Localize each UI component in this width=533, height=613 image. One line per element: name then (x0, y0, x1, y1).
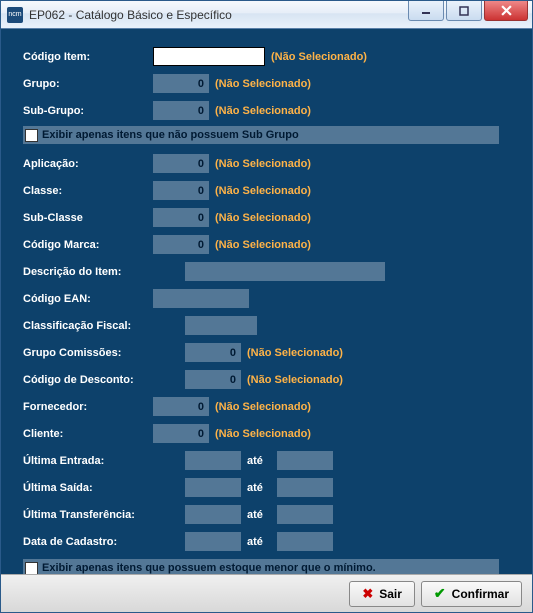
hint-fornecedor: (Não Selecionado) (215, 401, 311, 413)
hint-codigo-marca: (Não Selecionado) (215, 239, 311, 251)
footer: ✖ Sair ✔ Confirmar (1, 574, 532, 612)
hint-sub-grupo: (Não Selecionado) (215, 105, 311, 117)
form-body: Código Item: (Não Selecionado) Grupo: (N… (1, 29, 532, 574)
hint-cliente: (Não Selecionado) (215, 428, 311, 440)
classe-input[interactable] (153, 181, 209, 200)
window: ncm EP062 - Catálogo Básico e Específico… (0, 0, 533, 613)
codigo-marca-input[interactable] (153, 235, 209, 254)
label-fornecedor: Fornecedor: (23, 401, 153, 413)
checkbox-row-estoque[interactable]: Exibir apenas itens que possuem estoque … (23, 559, 499, 574)
minimize-button[interactable] (408, 1, 444, 21)
grupo-comissoes-input[interactable] (185, 343, 241, 362)
class-fiscal-input[interactable] (185, 316, 257, 335)
label-descricao: Descrição do Item: (23, 266, 185, 278)
grupo-input[interactable] (153, 74, 209, 93)
titlebar[interactable]: ncm EP062 - Catálogo Básico e Específico (1, 1, 532, 29)
close-button[interactable] (484, 1, 528, 21)
sub-classe-input[interactable] (153, 208, 209, 227)
checkbox-row-subgrupo[interactable]: Exibir apenas itens que não possuem Sub … (23, 126, 499, 144)
label-ultima-transf: Última Transferência: (23, 509, 185, 521)
ate-ultima-entrada: até (247, 455, 271, 467)
label-grupo: Grupo: (23, 78, 153, 90)
ate-ultima-saida: até (247, 482, 271, 494)
ultima-saida-de-input[interactable] (185, 478, 241, 497)
checkbox-sem-subgrupo-label: Exibir apenas itens que não possuem Sub … (42, 129, 299, 141)
hint-aplicacao: (Não Selecionado) (215, 158, 311, 170)
hint-codigo-item: (Não Selecionado) (271, 51, 367, 63)
ultima-transf-de-input[interactable] (185, 505, 241, 524)
label-cliente: Cliente: (23, 428, 153, 440)
fornecedor-input[interactable] (153, 397, 209, 416)
data-cadastro-ate-input[interactable] (277, 532, 333, 551)
label-sub-grupo: Sub-Grupo: (23, 105, 153, 117)
sub-grupo-input[interactable] (153, 101, 209, 120)
ultima-entrada-ate-input[interactable] (277, 451, 333, 470)
codigo-item-input[interactable] (153, 47, 265, 66)
descricao-input[interactable] (185, 262, 385, 281)
hint-classe: (Não Selecionado) (215, 185, 311, 197)
window-title: EP062 - Catálogo Básico e Específico (29, 8, 232, 22)
window-controls (408, 1, 532, 28)
label-class-fiscal: Classificação Fiscal: (23, 320, 185, 332)
hint-grupo-comissoes: (Não Selecionado) (247, 347, 343, 359)
confirmar-button[interactable]: ✔ Confirmar (421, 581, 522, 607)
confirmar-button-label: Confirmar (452, 587, 509, 601)
ultima-entrada-de-input[interactable] (185, 451, 241, 470)
maximize-button[interactable] (446, 1, 482, 21)
label-codigo-item: Código Item: (23, 51, 153, 63)
checkbox-estoque-minimo[interactable] (25, 562, 38, 575)
aplicacao-input[interactable] (153, 154, 209, 173)
hint-sub-classe: (Não Selecionado) (215, 212, 311, 224)
close-icon: ✖ (362, 586, 373, 602)
label-ultima-entrada: Última Entrada: (23, 455, 185, 467)
label-ultima-saida: Última Saída: (23, 482, 185, 494)
checkbox-sem-subgrupo[interactable] (25, 129, 38, 142)
codigo-ean-input[interactable] (153, 289, 249, 308)
label-classe: Classe: (23, 185, 153, 197)
label-codigo-marca: Código Marca: (23, 239, 153, 251)
label-data-cadastro: Data de Cadastro: (23, 536, 185, 548)
sair-button[interactable]: ✖ Sair (349, 581, 415, 607)
check-icon: ✔ (434, 585, 446, 602)
ultima-saida-ate-input[interactable] (277, 478, 333, 497)
codigo-desconto-input[interactable] (185, 370, 241, 389)
app-icon: ncm (7, 7, 23, 23)
label-grupo-comissoes: Grupo Comissões: (23, 347, 185, 359)
hint-codigo-desconto: (Não Selecionado) (247, 374, 343, 386)
checkbox-estoque-minimo-label: Exibir apenas itens que possuem estoque … (42, 562, 376, 574)
ultima-transf-ate-input[interactable] (277, 505, 333, 524)
ate-ultima-transf: até (247, 509, 271, 521)
ate-data-cadastro: até (247, 536, 271, 548)
label-codigo-desconto: Código de Desconto: (23, 374, 185, 386)
label-sub-classe: Sub-Classe (23, 212, 153, 224)
data-cadastro-de-input[interactable] (185, 532, 241, 551)
sair-button-label: Sair (379, 587, 402, 601)
label-aplicacao: Aplicação: (23, 158, 153, 170)
hint-grupo: (Não Selecionado) (215, 78, 311, 90)
label-codigo-ean: Código EAN: (23, 293, 153, 305)
cliente-input[interactable] (153, 424, 209, 443)
